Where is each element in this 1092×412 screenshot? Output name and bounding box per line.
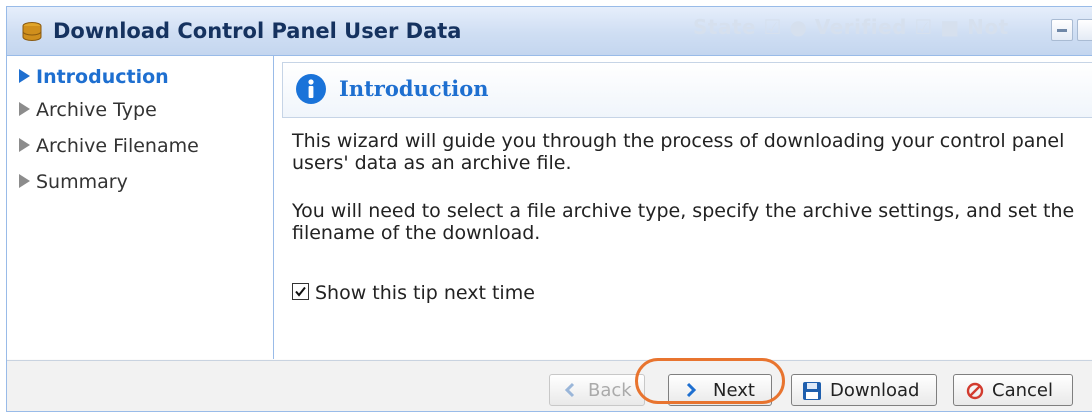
dialog-titlebar[interactable]: Download Control Panel User Data State ☑… [7, 7, 1092, 56]
info-icon [296, 74, 326, 104]
intro-paragraph: This wizard will guide you through the p… [292, 130, 1065, 174]
minimize-button[interactable] [1051, 19, 1073, 41]
content-header: Introduction [282, 62, 1092, 118]
triangle-right-icon [19, 173, 30, 188]
next-label: Next [713, 380, 755, 401]
nav-step-label: Introduction [36, 66, 169, 88]
download-button[interactable]: Download [791, 374, 937, 406]
background-hint-text: State ☑ ● Verified ☑ ■ Not [693, 15, 1009, 39]
next-button[interactable]: Next [668, 374, 772, 406]
nav-step-label: Summary [36, 171, 128, 193]
nav-step-introduction[interactable]: Introduction [19, 66, 169, 88]
chevron-left-icon [564, 382, 575, 398]
wizard-content: Introduction This wizard will guide you … [274, 56, 1092, 359]
dialog-title: Download Control Panel User Data [53, 19, 462, 43]
background-filter-bar: State ☑ ● Verified ☑ ■ Not [693, 15, 1009, 39]
nav-step-archive-filename[interactable]: Archive Filename [19, 135, 199, 157]
triangle-right-icon [19, 101, 30, 116]
show-tip-label: Show this tip next time [315, 282, 535, 304]
show-tip-checkbox[interactable]: Show this tip next time [292, 282, 535, 304]
close-button[interactable] [1077, 19, 1092, 41]
nav-step-summary[interactable]: Summary [19, 171, 128, 193]
cancel-label: Cancel [992, 380, 1053, 401]
dialog-footer: Back Next Download Cancel [7, 360, 1092, 411]
nav-step-archive-type[interactable]: Archive Type [19, 99, 157, 121]
nav-step-label: Archive Filename [36, 135, 199, 157]
instructions-paragraph: You will need to select a file archive t… [292, 200, 1075, 244]
back-button[interactable]: Back [549, 374, 645, 406]
content-title: Introduction [339, 76, 489, 101]
triangle-right-icon [19, 68, 30, 83]
triangle-right-icon [19, 137, 30, 152]
cancel-icon [966, 382, 984, 400]
save-disk-icon [803, 382, 821, 400]
download-label: Download [830, 380, 920, 401]
nav-step-label: Archive Type [36, 99, 157, 121]
cancel-button[interactable]: Cancel [953, 374, 1073, 406]
chevron-right-icon [686, 382, 697, 398]
database-icon [22, 22, 42, 41]
wizard-steps-nav: Introduction Archive Type Archive Filena… [7, 56, 274, 359]
checkbox-checked-icon [292, 283, 309, 300]
back-label: Back [588, 380, 632, 401]
wizard-dialog: Download Control Panel User Data State ☑… [6, 6, 1092, 412]
